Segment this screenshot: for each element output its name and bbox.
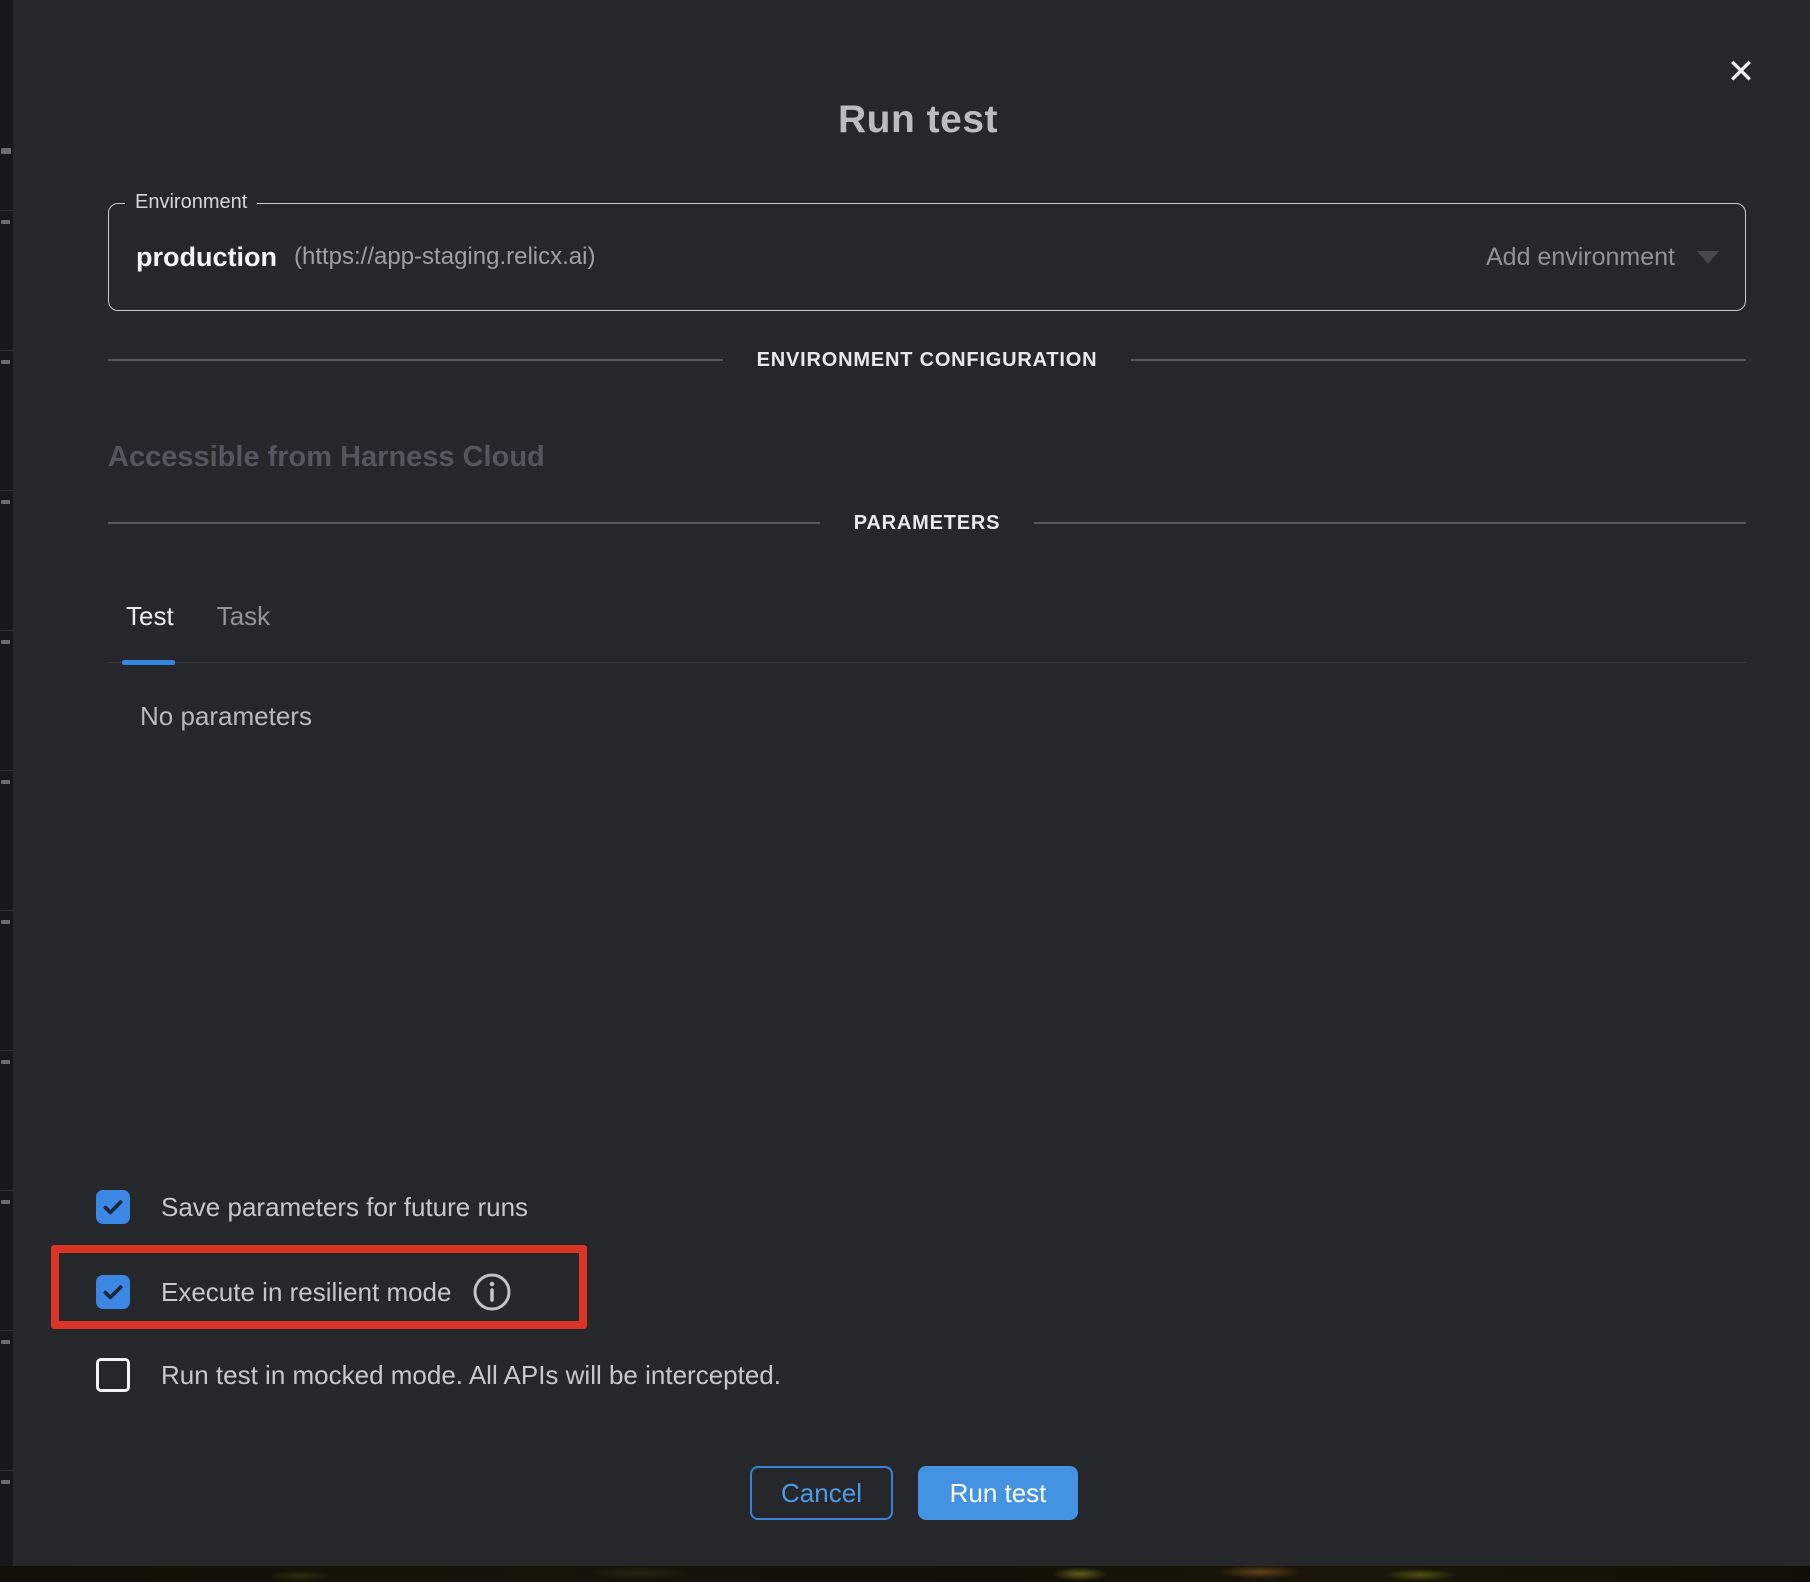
mocked-mode-row: Run test in mocked mode. All APIs will b… xyxy=(96,1353,781,1397)
chevron-down-icon[interactable] xyxy=(1697,251,1719,264)
parameters-tabbar: Test Task xyxy=(108,588,1746,663)
mocked-mode-checkbox[interactable] xyxy=(96,1358,130,1392)
tab-test[interactable]: Test xyxy=(126,588,174,662)
resilient-mode-checkbox[interactable] xyxy=(96,1275,130,1309)
run-test-modal: ✕ Run test production (https://app-stagi… xyxy=(13,0,1810,1566)
sliver-row-divider xyxy=(0,1470,13,1471)
resilient-mode-row: Execute in resilient mode xyxy=(96,1270,513,1314)
accessibility-note: Accessible from Harness Cloud xyxy=(108,441,545,474)
sliver-row-divider xyxy=(0,630,13,631)
mocked-mode-label: Run test in mocked mode. All APIs will b… xyxy=(161,1360,781,1391)
environment-configuration-heading: ENVIRONMENT CONFIGURATION xyxy=(757,349,1098,372)
screen: ✕ Run test production (https://app-stagi… xyxy=(0,0,1810,1582)
sliver-row-divider xyxy=(0,910,13,911)
parameters-divider: PARAMETERS xyxy=(108,510,1746,536)
sliver-row-divider xyxy=(0,1190,13,1191)
sliver-row-divider xyxy=(0,770,13,771)
environment-url: (https://app-staging.relicx.ai) xyxy=(294,243,595,271)
divider-line xyxy=(1131,359,1746,361)
sliver-text-fragment xyxy=(1,920,10,924)
sliver-row-divider xyxy=(0,210,13,211)
sliver-text-fragment xyxy=(1,220,10,224)
sliver-row-divider xyxy=(0,1330,13,1331)
divider-line xyxy=(1034,522,1746,524)
environment-field: production (https://app-staging.relicx.a… xyxy=(108,203,1746,311)
divider-line xyxy=(108,359,723,361)
sliver-row-divider xyxy=(0,490,13,491)
sliver-text-fragment xyxy=(1,780,10,784)
background-photo-strip xyxy=(0,1566,1810,1582)
environment-field-label: Environment xyxy=(125,191,257,214)
sliver-row-divider xyxy=(0,1050,13,1051)
environment-configuration-divider: ENVIRONMENT CONFIGURATION xyxy=(108,347,1746,373)
sliver-row-divider xyxy=(0,350,13,351)
resilient-mode-label: Execute in resilient mode xyxy=(161,1277,451,1308)
environment-name: production xyxy=(136,242,277,273)
sliver-text-fragment xyxy=(1,1480,10,1484)
add-environment-button[interactable]: Add environment xyxy=(1486,243,1675,272)
close-icon[interactable]: ✕ xyxy=(1716,47,1766,97)
save-parameters-label: Save parameters for future runs xyxy=(161,1192,528,1223)
sliver-text-fragment xyxy=(1,1060,10,1064)
info-icon[interactable] xyxy=(471,1271,513,1313)
sliver-text-fragment xyxy=(1,1200,10,1204)
sliver-text-fragment xyxy=(1,640,10,644)
sliver-text-fragment xyxy=(1,500,10,504)
no-parameters-text: No parameters xyxy=(140,701,312,732)
check-icon xyxy=(100,1279,126,1305)
modal-title: Run test xyxy=(13,98,1810,142)
run-test-button[interactable]: Run test xyxy=(918,1466,1078,1520)
divider-line xyxy=(108,522,820,524)
sliver-text-fragment xyxy=(1,1340,10,1344)
check-icon xyxy=(100,1194,126,1220)
sliver-text-fragment xyxy=(1,148,11,154)
background-app-sliver xyxy=(0,0,13,1566)
parameters-heading: PARAMETERS xyxy=(854,512,1001,535)
cancel-button[interactable]: Cancel xyxy=(750,1466,893,1520)
save-parameters-row: Save parameters for future runs xyxy=(96,1185,528,1229)
tab-task[interactable]: Task xyxy=(217,588,270,662)
save-parameters-checkbox[interactable] xyxy=(96,1190,130,1224)
sliver-text-fragment xyxy=(1,360,10,364)
